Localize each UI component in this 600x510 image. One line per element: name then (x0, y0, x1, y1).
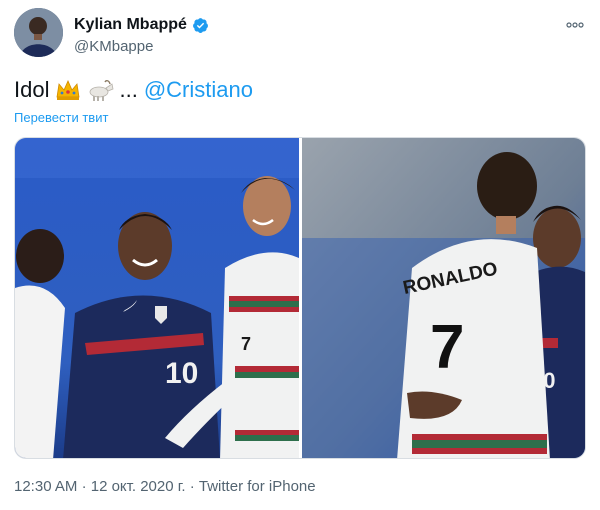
author-name-row: Kylian Mbappé (74, 16, 209, 34)
translate-tweet-link[interactable]: Перевести твит (14, 110, 108, 125)
photo-2-image: 10 RONALDO 7 (301, 138, 585, 458)
media-grid: 10 7 RONALDO 7 (14, 137, 586, 459)
more-dots (566, 22, 584, 28)
tweet-meta: 12:30 AM · 12 окт. 2020 г. · Twitter for… (14, 478, 316, 495)
tweet-header: Kylian Mbappé @KMbappe (14, 8, 586, 64)
meta-separator: · (189, 478, 195, 495)
crown-emoji (57, 80, 80, 100)
tweet-source[interactable]: Twitter for iPhone (199, 478, 316, 495)
jersey-number-back: 7 (430, 313, 464, 382)
tweet-ellipsis: ... (119, 77, 138, 102)
avatar[interactable] (14, 8, 63, 57)
meta-separator: · (81, 478, 87, 495)
avatar-image (14, 8, 63, 57)
tweet-text-body: Idol (14, 77, 50, 102)
jersey-number-front: 10 (165, 357, 198, 390)
photo-1-image: 10 7 (15, 138, 299, 458)
more-horizontal-icon[interactable] (566, 16, 584, 31)
author-name[interactable]: Kylian Mbappé (74, 16, 187, 34)
author-handle[interactable]: @KMbappe (74, 38, 153, 55)
photo-2[interactable]: 10 RONALDO 7 (301, 138, 585, 458)
jersey-number-portugal: 7 (241, 334, 251, 354)
goat-emoji (90, 80, 114, 101)
tweet-text: Idol ... @Cristiano (14, 76, 253, 104)
verified-badge-icon (192, 17, 208, 33)
tweet-time[interactable]: 12:30 AM (14, 478, 77, 495)
mention-link[interactable]: @Cristiano (144, 76, 253, 104)
photo-1[interactable]: 10 7 (15, 138, 299, 458)
tweet-date[interactable]: 12 окт. 2020 г. (91, 478, 186, 495)
